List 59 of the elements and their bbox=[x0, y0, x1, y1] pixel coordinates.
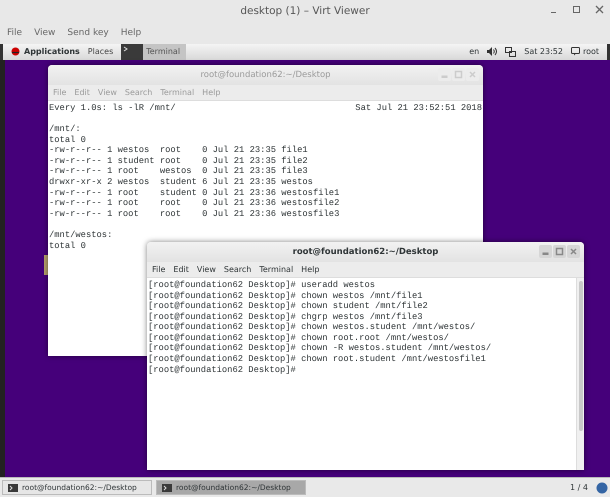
terminal-line: [root@foundation62 Desktop]# chgrp westos /mnt/file3 bbox=[148, 312, 424, 322]
menu-item[interactable]: Search bbox=[224, 264, 252, 274]
terminal-line: -rw-r--r-- 1 westos root 0 Jul 21 23:35 file1 bbox=[49, 145, 309, 156]
terminal-line: [root@foundation62 Desktop]# chown student /mnt/file2 bbox=[148, 301, 429, 312]
close-icon[interactable] bbox=[595, 5, 604, 14]
menu-item[interactable]: View bbox=[34, 28, 56, 38]
menu-item[interactable]: Help bbox=[301, 264, 320, 274]
workspace-indicator[interactable]: 1 / 4 bbox=[570, 483, 588, 492]
terminal-line: /mnt/westos: bbox=[49, 230, 114, 241]
menu-item[interactable]: Send key bbox=[67, 28, 109, 38]
scrollbar[interactable] bbox=[576, 278, 584, 470]
timestamp: Sat Jul 21 23:52:51 2018 bbox=[355, 102, 482, 114]
circle-icon[interactable] bbox=[596, 482, 608, 494]
terminal-line: [root@foundation62 Desktop]# chown westos.student /mnt/westos/ bbox=[148, 322, 476, 333]
terminal-line: [root@foundation62 Desktop]# chown westos /mnt/file1 bbox=[148, 290, 424, 302]
menu-item[interactable]: File bbox=[7, 28, 22, 38]
places-menu[interactable]: Places bbox=[88, 47, 114, 56]
task-button[interactable]: Terminal bbox=[121, 44, 186, 60]
menu-label: Applications bbox=[24, 47, 80, 56]
hat-icon bbox=[11, 47, 20, 56]
terminal-icon bbox=[8, 484, 18, 492]
terminal-line: -rw-r--r-- 1 root root 0 Jul 21 23:36 westosfile3 bbox=[49, 208, 340, 220]
network-icon[interactable] bbox=[505, 46, 516, 57]
terminal-line: Every 1.0s: ls -lR /mnt/ bbox=[49, 102, 176, 114]
user-name: root bbox=[582, 47, 599, 56]
terminal-line: [root@foundation62 Desktop]# chown root.root /mnt/westos/ bbox=[148, 332, 450, 344]
maximize-icon[interactable] bbox=[553, 244, 566, 258]
terminal-line: -rw-r--r-- 1 student root 0 Jul 21 23:35 file2 bbox=[49, 156, 309, 166]
menu-item[interactable]: Help bbox=[120, 28, 142, 38]
volume-icon[interactable] bbox=[487, 47, 498, 56]
terminal-line: total 0 bbox=[49, 240, 87, 252]
language-indicator[interactable]: en bbox=[469, 47, 480, 56]
applications-menu[interactable]: Applications bbox=[11, 47, 80, 56]
terminal-line: [root@foundation62 Desktop]# bbox=[148, 364, 297, 376]
close-icon[interactable] bbox=[567, 244, 580, 258]
task-label: Terminal bbox=[146, 47, 180, 56]
menu-item[interactable]: Terminal bbox=[259, 264, 294, 274]
terminal-line: [root@foundation62 Desktop]# chown -R westos.student /mnt/westos/ bbox=[148, 343, 492, 354]
window-title: root@foundation62:~/Desktop bbox=[200, 70, 331, 80]
terminal-line: [root@foundation62 Desktop]# chown root.student /mnt/westosfile1 bbox=[148, 354, 487, 365]
chat-icon bbox=[570, 47, 580, 56]
terminal-icon bbox=[162, 484, 172, 492]
minimize-icon[interactable] bbox=[539, 244, 552, 258]
user-menu[interactable]: root bbox=[570, 47, 599, 56]
terminal-line: total 0 bbox=[49, 134, 87, 146]
window-title: root@foundation62:~/Desktop bbox=[292, 246, 438, 257]
menu-item[interactable]: File bbox=[152, 264, 166, 274]
menu-item[interactable]: Edit bbox=[173, 264, 189, 274]
menu-item[interactable]: View bbox=[196, 264, 216, 274]
terminal-line: /mnt/: bbox=[49, 124, 82, 135]
terminal-line: -rw-r--r-- 1 root root 0 Jul 21 23:36 westosfile2 bbox=[49, 198, 340, 209]
desktop-icon[interactable] bbox=[44, 254, 48, 275]
window-title: desktop (1) – Virt Viewer bbox=[240, 4, 370, 17]
terminal-line: -rw-r--r-- 1 root westos 0 Jul 21 23:35 file3 bbox=[49, 166, 309, 178]
terminal-line: drwxr-xr-x 2 westos student 6 Jul 21 23:35 westos bbox=[49, 177, 314, 188]
maximize-icon[interactable] bbox=[572, 5, 581, 14]
clock[interactable]: Sat 23:52 bbox=[524, 47, 563, 56]
terminal-line: [root@foundation62 Desktop]# useradd westos bbox=[148, 280, 376, 290]
terminal-line: -rw-r--r-- 1 root student 0 Jul 21 23:36 westosfile1 bbox=[49, 188, 340, 198]
